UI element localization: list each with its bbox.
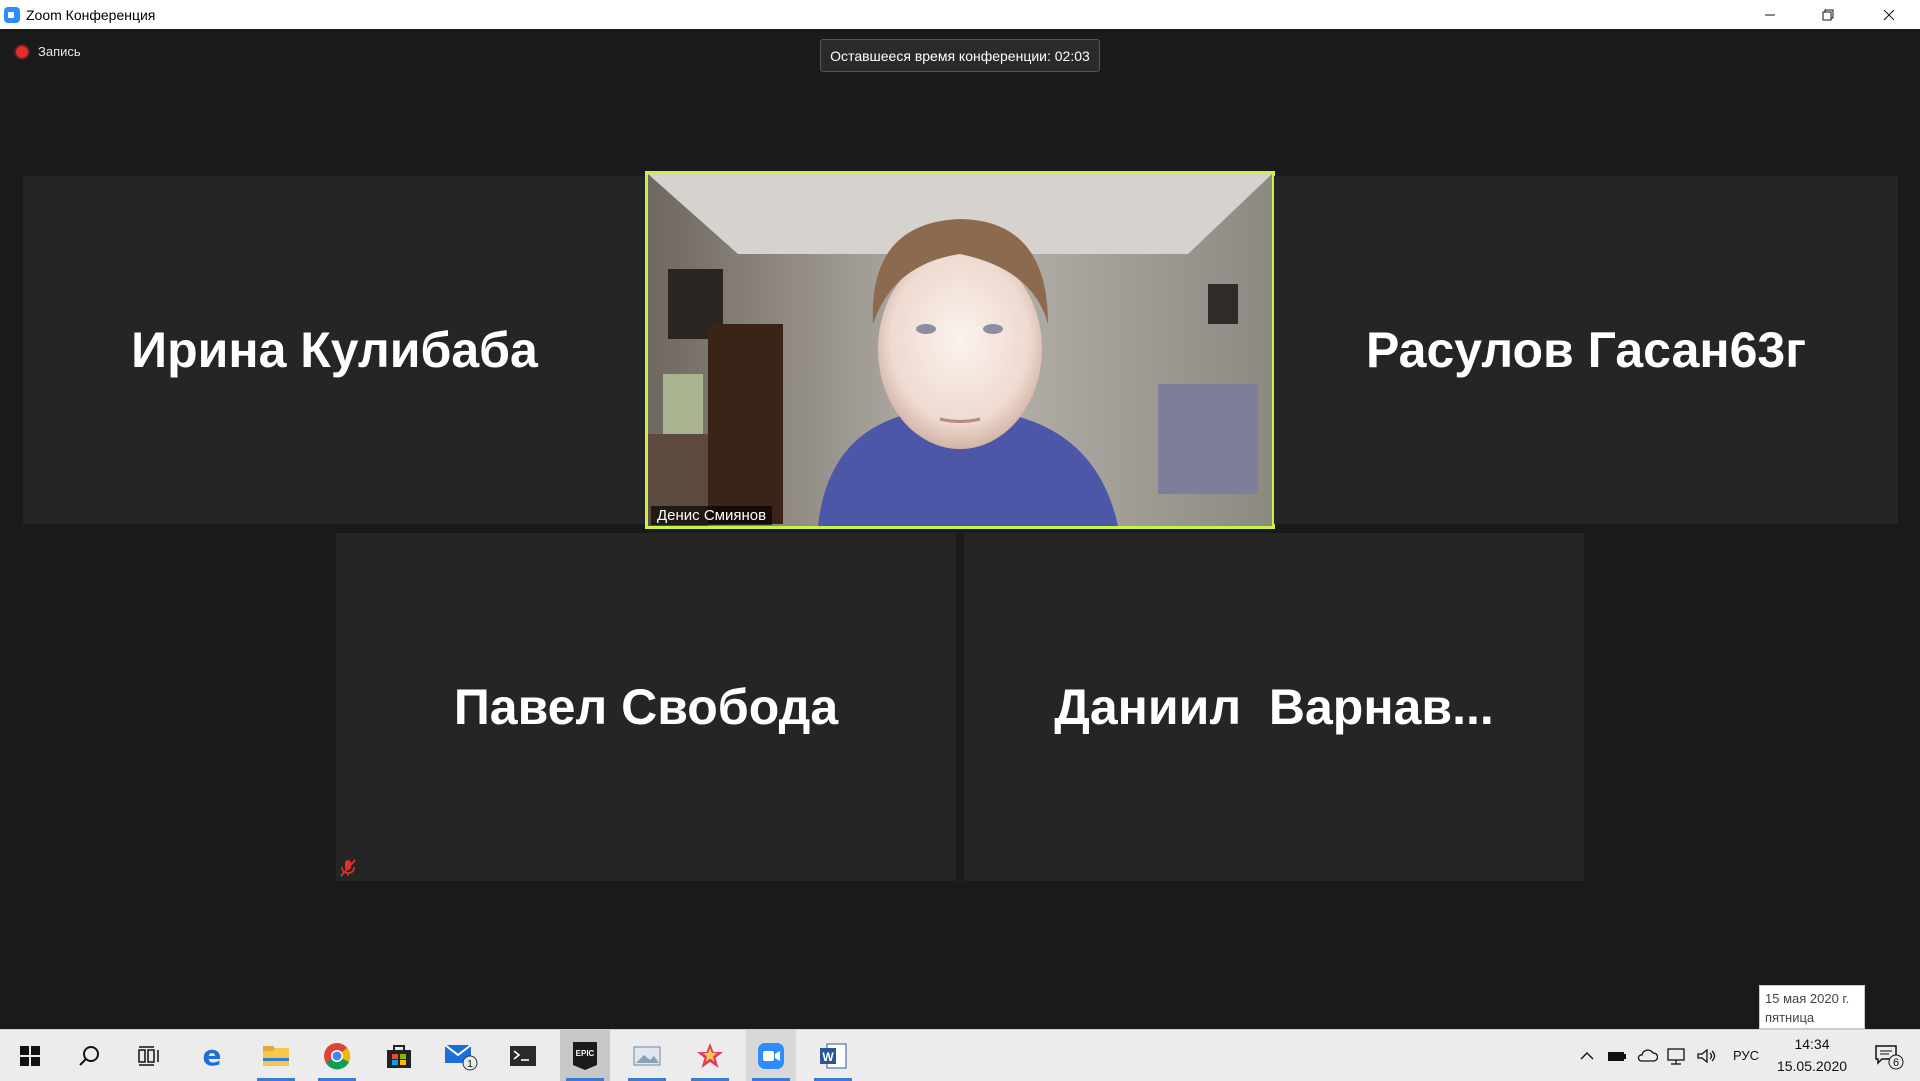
restore-icon bbox=[1822, 9, 1834, 20]
participant-name: Даниил Варнав... bbox=[1054, 679, 1494, 735]
start-button[interactable] bbox=[5, 1030, 55, 1081]
show-hidden-icons-button[interactable] bbox=[1576, 1030, 1598, 1081]
battery-tray-button[interactable] bbox=[1604, 1030, 1630, 1081]
participant-tile[interactable]: Павел Свобода bbox=[336, 533, 956, 881]
recording-label: Запись bbox=[38, 44, 81, 59]
chrome-icon bbox=[324, 1042, 351, 1069]
participant-name-label: Денис Смиянов bbox=[651, 506, 773, 525]
word-icon: W bbox=[820, 1043, 847, 1068]
window-title-bar: Zoom Конференция bbox=[0, 0, 1920, 29]
chevron-up-icon bbox=[1580, 1051, 1594, 1059]
windows-taskbar: e 1 EPIC W РУС 6 bbox=[0, 1029, 1920, 1081]
active-speaker-video-tile[interactable]: Денис Смиянов bbox=[645, 171, 1275, 529]
svg-text:e: e bbox=[203, 1043, 222, 1069]
search-button[interactable] bbox=[64, 1030, 114, 1081]
mail-button[interactable]: 1 bbox=[436, 1030, 486, 1081]
participant-tile[interactable]: Ирина Кулибаба bbox=[23, 176, 646, 524]
participant-name: Павел Свобода bbox=[453, 679, 839, 735]
speaker-icon bbox=[1697, 1048, 1716, 1063]
taskbar-clock[interactable]: 14:34 15.05.2020 bbox=[1770, 1029, 1854, 1080]
close-icon bbox=[1883, 9, 1894, 20]
tooltip-weekday: пятница bbox=[1765, 1010, 1815, 1025]
terminal-button[interactable] bbox=[498, 1030, 548, 1081]
epic-games-button[interactable]: EPIC bbox=[560, 1030, 610, 1081]
zoom-icon bbox=[758, 1042, 784, 1069]
minimize-icon bbox=[1765, 14, 1775, 15]
onedrive-tray-button[interactable] bbox=[1634, 1030, 1660, 1081]
window-title: Zoom Конференция bbox=[26, 6, 156, 23]
recording-indicator[interactable]: Запись bbox=[16, 44, 81, 59]
notifications-badge: 6 bbox=[1893, 1057, 1899, 1069]
star-app-icon bbox=[697, 1042, 723, 1068]
svg-text:EPIC: EPIC bbox=[576, 1049, 595, 1058]
network-icon bbox=[1667, 1047, 1685, 1065]
close-button[interactable] bbox=[1857, 0, 1920, 29]
file-explorer-button[interactable] bbox=[251, 1030, 301, 1081]
participant-video bbox=[648, 174, 1272, 526]
terminal-icon bbox=[510, 1045, 536, 1066]
star-app-button[interactable] bbox=[685, 1030, 735, 1081]
meeting-timer: Оставшееся время конференции: 02:03 bbox=[820, 39, 1100, 72]
task-view-icon bbox=[138, 1045, 159, 1066]
mail-badge: 1 bbox=[467, 1059, 473, 1070]
store-button[interactable] bbox=[374, 1030, 424, 1081]
tooltip-date: 15 мая 2020 г. bbox=[1765, 991, 1850, 1006]
notifications-icon: 6 bbox=[1875, 1044, 1904, 1069]
windows-start-icon bbox=[20, 1045, 40, 1066]
language-indicator[interactable]: РУС bbox=[1726, 1030, 1766, 1081]
record-dot-icon bbox=[16, 45, 28, 58]
notification-center-button[interactable]: 6 bbox=[1864, 1030, 1914, 1081]
word-button[interactable]: W bbox=[808, 1030, 858, 1081]
date-tooltip: 15 мая 2020 г. пятница bbox=[1759, 985, 1865, 1029]
clock-time: 14:34 bbox=[1794, 1035, 1830, 1052]
task-view-button[interactable] bbox=[124, 1030, 174, 1081]
zoom-app-icon bbox=[4, 6, 20, 23]
minimize-button[interactable] bbox=[1741, 0, 1799, 29]
cloud-icon bbox=[1637, 1049, 1658, 1062]
store-icon bbox=[387, 1044, 411, 1068]
photos-icon bbox=[633, 1046, 661, 1065]
search-icon bbox=[79, 1045, 99, 1066]
mail-icon: 1 bbox=[444, 1043, 478, 1070]
zoom-taskbar-button[interactable] bbox=[746, 1030, 796, 1081]
participant-tile[interactable]: Расулов Гасан63г bbox=[1274, 176, 1898, 524]
participant-name: Ирина Кулибаба bbox=[131, 322, 538, 378]
participant-name: Расулов Гасан63г bbox=[1365, 322, 1807, 378]
mic-muted-icon bbox=[340, 859, 356, 877]
chrome-button[interactable] bbox=[312, 1030, 362, 1081]
file-explorer-icon bbox=[263, 1045, 289, 1066]
svg-text:W: W bbox=[822, 1050, 834, 1064]
edge-button[interactable]: e bbox=[187, 1030, 237, 1081]
restore-button[interactable] bbox=[1799, 0, 1857, 29]
network-tray-button[interactable] bbox=[1664, 1030, 1690, 1081]
volume-tray-button[interactable] bbox=[1694, 1030, 1720, 1081]
participant-tile[interactable]: Даниил Варнав... bbox=[964, 533, 1584, 881]
battery-icon bbox=[1608, 1051, 1626, 1061]
epic-games-icon: EPIC bbox=[573, 1041, 597, 1070]
edge-icon: e bbox=[203, 1043, 222, 1069]
clock-date: 15.05.2020 bbox=[1776, 1057, 1848, 1074]
photos-button[interactable] bbox=[622, 1030, 672, 1081]
